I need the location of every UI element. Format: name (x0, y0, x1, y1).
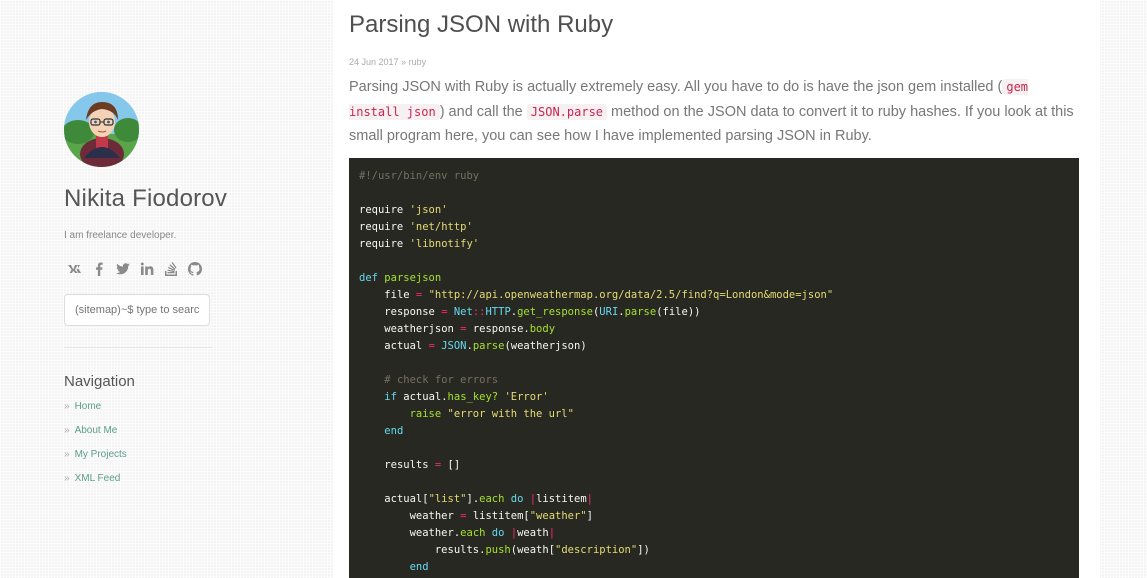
post-meta: 24 Jun 2017 » ruby (349, 57, 426, 67)
code-var: weath (517, 544, 549, 556)
code-class: Net (453, 306, 473, 318)
social-links (67, 261, 203, 277)
code-var: file (662, 306, 688, 318)
code-string: "list" (428, 493, 467, 505)
nav-item-projects: » My Projects (64, 448, 127, 472)
code-class: JSON (441, 340, 467, 352)
code-method: body (529, 323, 556, 335)
code-string: 'json' (409, 204, 448, 216)
chevron-right-icon: » (64, 401, 70, 412)
code-method: each (479, 493, 505, 505)
code-string: 'net/http' (409, 221, 473, 233)
code-var: actual (384, 340, 423, 352)
code-string: 'libnotify' (409, 238, 480, 250)
nav-link-projects[interactable]: My Projects (75, 449, 127, 460)
code-method: get_response (517, 306, 593, 318)
code-string: 'Error' (504, 391, 549, 403)
code-method: parse (624, 306, 657, 318)
github-icon[interactable] (187, 261, 203, 277)
sidebar-divider (64, 347, 212, 348)
code-method: raise (409, 408, 442, 420)
post-tag[interactable]: ruby (409, 57, 427, 67)
code-block: #!/usr/bin/env ruby require 'json' requi… (349, 158, 1079, 578)
code-var: weatherjson (384, 323, 454, 335)
post-body: Parsing JSON with Ruby is actually extre… (349, 75, 1079, 149)
code-method: push (485, 544, 511, 556)
code-var: actual (384, 493, 423, 505)
avatar-illustration (64, 92, 139, 167)
navigation-title: Navigation (64, 373, 135, 390)
twitter-icon[interactable] (115, 261, 131, 277)
code-var: response (384, 306, 435, 318)
navigation-list: » Home » About Me » My Projects » XML Feed (64, 400, 127, 496)
code-var: weath (517, 527, 549, 539)
main-content: Parsing JSON with Ruby 24 Jun 2017 » rub… (333, 0, 1100, 578)
code-listing: #!/usr/bin/env ruby require 'json' requi… (359, 170, 834, 573)
stackoverflow-icon[interactable] (163, 261, 179, 277)
code-comment: # check for errors (384, 374, 499, 386)
code-keyword: do (491, 527, 505, 539)
code-var: listitem (536, 493, 587, 505)
nav-link-about[interactable]: About Me (75, 425, 118, 436)
code-var: file (384, 289, 410, 301)
author-name: Nikita Fiodorov (64, 185, 228, 212)
code-var: weather (409, 527, 454, 539)
chevron-right-icon: » (64, 449, 70, 460)
vk-icon[interactable] (67, 261, 83, 277)
code-var: weatherjson (510, 340, 581, 352)
linkedin-icon[interactable] (139, 261, 155, 277)
code-keyword: if (384, 391, 397, 403)
code-keyword: require (359, 238, 404, 250)
avatar (64, 92, 139, 167)
code-keyword: end (409, 561, 429, 573)
nav-link-home[interactable]: Home (75, 401, 102, 412)
nav-item-home: » Home (64, 400, 127, 424)
code-method: parse (472, 340, 505, 352)
code-string: "description" (555, 544, 638, 556)
code-keyword: do (510, 493, 524, 505)
nav-item-feed: » XML Feed (64, 472, 127, 496)
meta-separator: » (401, 57, 407, 67)
post-title: Parsing JSON with Ruby (349, 11, 614, 38)
code-comment: #!/usr/bin/env ruby (359, 170, 480, 182)
search-input[interactable] (64, 294, 210, 326)
post-text: ) and call the (439, 103, 527, 120)
sidebar: Nikita Fiodorov I am freelance developer… (0, 0, 333, 578)
code-class: URI (599, 306, 619, 318)
chevron-right-icon: » (64, 473, 70, 484)
code-var: actual (403, 391, 442, 403)
code-keyword: require (359, 221, 404, 233)
code-var: results (434, 544, 480, 556)
code-var: listitem (472, 510, 524, 522)
code-keyword: require (359, 204, 404, 216)
code-method: each (460, 527, 486, 539)
code-var: results (384, 459, 429, 471)
post-date: 24 Jun 2017 (349, 57, 399, 67)
code-class: HTTP (485, 306, 511, 318)
code-var: response (472, 323, 524, 335)
tagline: I am freelance developer. (64, 230, 177, 241)
code-string: "error with the url" (447, 408, 574, 420)
facebook-icon[interactable] (91, 261, 107, 277)
inline-code: JSON.parse (526, 103, 608, 120)
code-method: has_key? (447, 391, 499, 403)
code-keyword: def (359, 272, 378, 284)
code-function: parsejson (384, 272, 442, 284)
post-text: Parsing JSON with Ruby is actually extre… (349, 79, 1003, 95)
code-keyword: end (384, 425, 404, 437)
code-string: "weather" (529, 510, 587, 522)
code-var: weather (409, 510, 454, 522)
code-string: "http://api.openweathermap.org/data/2.5/… (428, 289, 834, 301)
nav-link-feed[interactable]: XML Feed (75, 473, 121, 484)
nav-item-about: » About Me (64, 424, 127, 448)
chevron-right-icon: » (64, 425, 70, 436)
